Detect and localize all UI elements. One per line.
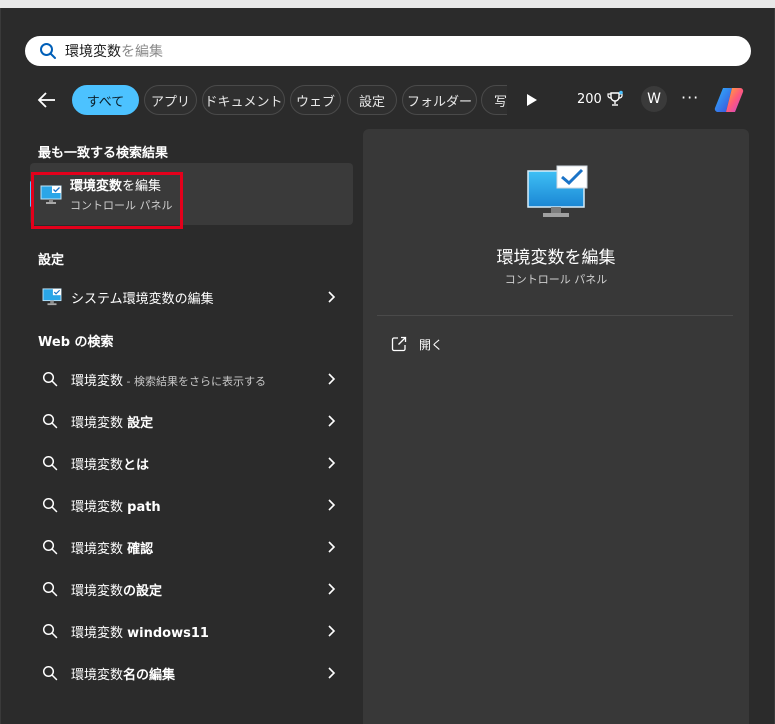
open-action-label[interactable]: 開く bbox=[419, 336, 443, 353]
chevron-right-icon bbox=[328, 499, 336, 511]
search-icon bbox=[42, 581, 58, 597]
chevron-right-icon bbox=[328, 415, 336, 427]
preview-subtitle: コントロール パネル bbox=[504, 273, 608, 286]
monitor-check-icon bbox=[42, 288, 62, 306]
web-search-label: 環境変数とは bbox=[71, 458, 150, 473]
search-typed-text: 環境変数 bbox=[65, 44, 121, 60]
web-search-item[interactable]: 環境変数の設定 bbox=[30, 569, 353, 609]
web-search-label: 環境変数名の編集 bbox=[71, 668, 176, 683]
search-icon bbox=[42, 665, 58, 681]
search-icon bbox=[42, 497, 58, 513]
web-search-label: 環境変数 - 検索結果をさらに表示する bbox=[71, 374, 266, 389]
settings-result-label: システム環境変数の編集 bbox=[71, 292, 214, 307]
chevron-right-icon bbox=[328, 667, 336, 679]
best-match-item[interactable]: 環境変数を編集 コントロール パネル bbox=[30, 163, 353, 225]
filter-chip-documents[interactable]: ドキュメント bbox=[202, 85, 285, 115]
web-search-label: 環境変数 設定 bbox=[71, 416, 154, 431]
search-icon bbox=[42, 539, 58, 555]
search-icon bbox=[42, 413, 58, 429]
web-search-item[interactable]: 環境変数名の編集 bbox=[30, 653, 353, 693]
preview-pane: 環境変数を編集 コントロール パネル 開く bbox=[363, 129, 749, 724]
preview-title: 環境変数を編集 bbox=[496, 248, 616, 268]
chevron-right-icon bbox=[328, 373, 336, 385]
settings-heading: 設定 bbox=[38, 253, 65, 268]
chevron-right-icon bbox=[328, 625, 336, 637]
best-match-title: 環境変数を編集 bbox=[70, 179, 162, 194]
chevron-right-icon bbox=[328, 541, 336, 553]
search-box[interactable]: 環境変数 を編集 bbox=[25, 36, 751, 66]
filter-chip-folders[interactable]: フォルダー bbox=[402, 85, 477, 115]
web-search-item[interactable]: 環境変数 確認 bbox=[30, 527, 353, 567]
search-icon bbox=[42, 623, 58, 639]
web-search-heading: Web の検索 bbox=[38, 335, 114, 350]
more-options-icon[interactable]: ··· bbox=[681, 88, 699, 107]
filter-bar: すべて アプリ ドキュメント ウェブ 設定 フォルダー 写 200 W ··· bbox=[1, 82, 774, 118]
back-arrow-icon[interactable] bbox=[35, 88, 59, 112]
filter-chip-photos[interactable]: 写 bbox=[481, 85, 507, 115]
search-icon bbox=[40, 43, 56, 59]
settings-result-item[interactable]: システム環境変数の編集 bbox=[30, 277, 353, 317]
play-icon[interactable] bbox=[525, 92, 539, 108]
web-search-label: 環境変数の設定 bbox=[71, 584, 163, 599]
filter-chip-overflow-clip: 写 bbox=[481, 85, 507, 115]
search-icon bbox=[42, 371, 58, 387]
filter-chip-apps[interactable]: アプリ bbox=[144, 85, 197, 115]
best-match-heading: 最も一致する検索結果 bbox=[38, 146, 169, 161]
web-search-item[interactable]: 環境変数 設定 bbox=[30, 401, 353, 441]
chevron-right-icon bbox=[328, 457, 336, 469]
best-match-subtitle: コントロール パネル bbox=[70, 199, 173, 212]
filter-chip-web[interactable]: ウェブ bbox=[290, 85, 341, 115]
chevron-right-icon bbox=[328, 291, 336, 303]
web-search-item[interactable]: 環境変数 - 検索結果をさらに表示する bbox=[30, 359, 353, 399]
web-search-label: 環境変数 確認 bbox=[71, 542, 154, 557]
web-search-item[interactable]: 環境変数 windows11 bbox=[30, 611, 353, 651]
monitor-check-icon bbox=[40, 185, 62, 204]
filter-chip-all[interactable]: すべて bbox=[72, 85, 139, 115]
user-avatar[interactable]: W bbox=[641, 86, 667, 112]
web-search-item[interactable]: 環境変数 path bbox=[30, 485, 353, 525]
monitor-check-icon bbox=[527, 165, 588, 217]
copilot-icon[interactable] bbox=[714, 86, 744, 114]
selection-accent bbox=[30, 181, 33, 207]
search-icon bbox=[42, 455, 58, 471]
open-external-icon[interactable] bbox=[391, 336, 407, 352]
rewards-points: 200 bbox=[577, 92, 602, 107]
trophy-icon[interactable] bbox=[606, 90, 624, 108]
preview-divider bbox=[377, 315, 733, 316]
filter-chip-settings[interactable]: 設定 bbox=[347, 85, 397, 115]
search-autocomplete-hint: を編集 bbox=[121, 44, 163, 60]
web-search-label: 環境変数 path bbox=[71, 500, 161, 515]
chevron-right-icon bbox=[328, 583, 336, 595]
web-search-item[interactable]: 環境変数とは bbox=[30, 443, 353, 483]
web-search-label: 環境変数 windows11 bbox=[71, 626, 209, 641]
window-top-strip bbox=[0, 0, 775, 8]
